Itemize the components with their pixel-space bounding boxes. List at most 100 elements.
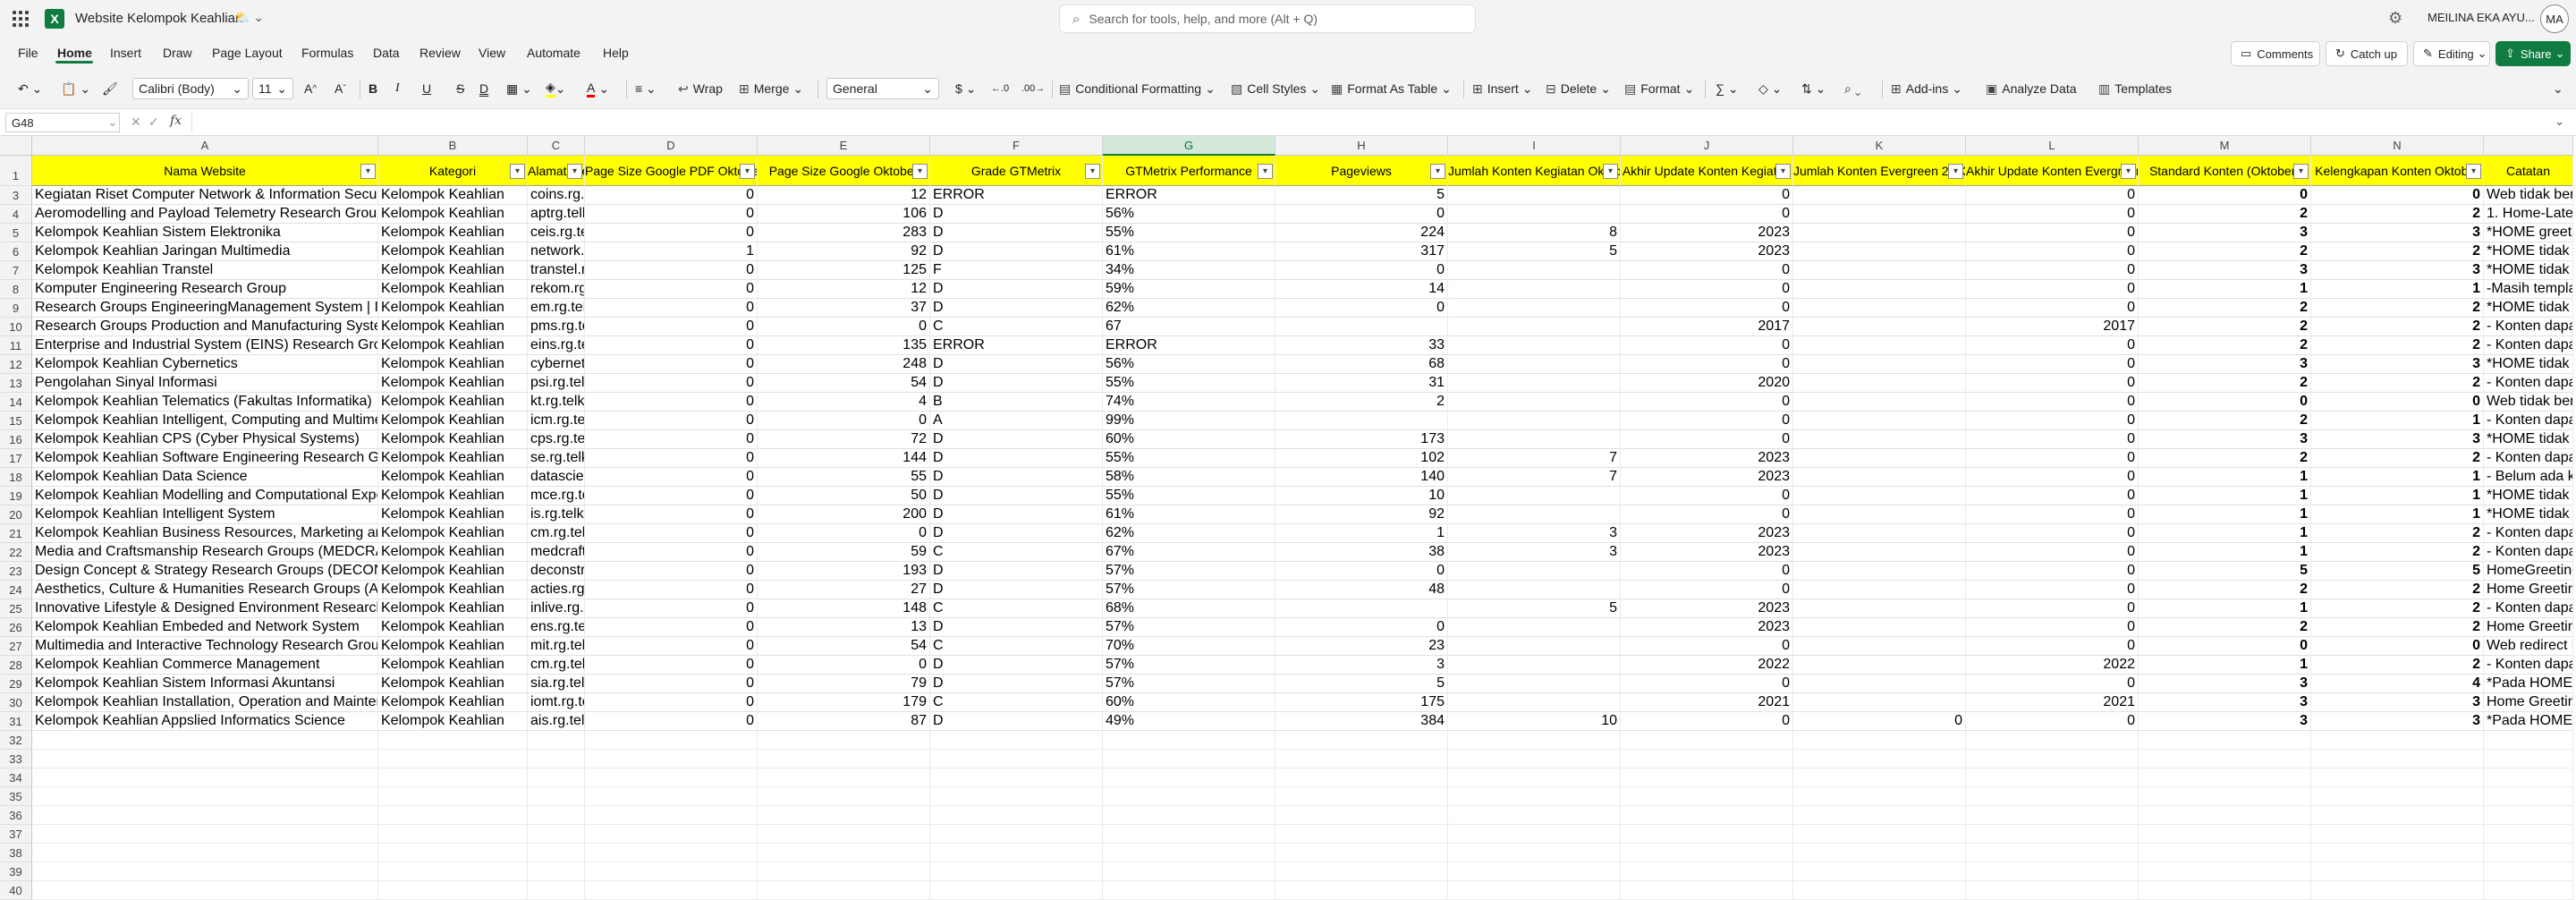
cell[interactable]: mce.rg.telkomuniversity.ac.id — [528, 487, 585, 505]
cell[interactable]: se.rg.telkomuniversity.ac.id — [528, 449, 585, 468]
cell[interactable]: 3 — [2139, 430, 2311, 449]
cell[interactable]: 0 — [1621, 562, 1793, 581]
cell[interactable]: 0 — [1621, 487, 1793, 505]
cell[interactable]: 2023 — [1621, 543, 1793, 562]
cell[interactable]: 49% — [1103, 712, 1275, 731]
cell[interactable]: 102 — [1275, 449, 1448, 468]
row-header[interactable]: 32 — [0, 731, 32, 750]
cell[interactable]: 0 — [1621, 430, 1793, 449]
cell[interactable]: 2 — [2311, 524, 2484, 543]
row-header[interactable]: 35 — [0, 787, 32, 806]
cell[interactable]: D — [930, 299, 1103, 318]
conditional-formatting-button[interactable]: ▤ Conditional Formatting ⌄ — [1059, 78, 1216, 99]
cell[interactable]: 0 — [585, 412, 758, 430]
cell[interactable]: 0 — [1966, 637, 2139, 656]
cell[interactable]: 2023 — [1621, 224, 1793, 242]
row-header[interactable]: 6 — [0, 242, 32, 261]
cell[interactable]: 57% — [1103, 618, 1275, 637]
cell[interactable]: eins.rg.telkomuniversity.ac.id — [528, 336, 585, 355]
cell[interactable] — [1793, 449, 1966, 468]
cell[interactable]: *Pada HOME — [2484, 675, 2573, 693]
row-header[interactable]: 8 — [0, 280, 32, 299]
header-cell[interactable]: Akhir Update Konten Evergreen — [1966, 156, 2139, 186]
column-header[interactable] — [2484, 136, 2573, 156]
cell[interactable]: 0 — [1966, 524, 2139, 543]
cell[interactable]: 0 — [585, 449, 758, 468]
cell[interactable]: 2 — [2139, 374, 2311, 393]
cell[interactable]: 3 — [2311, 712, 2484, 731]
cell[interactable]: Kelompok Keahlian Intelligent, Computing… — [32, 412, 378, 430]
italic-button[interactable]: I — [395, 78, 400, 99]
cell[interactable]: *HOME tidak ada — [2484, 487, 2573, 505]
cell[interactable]: D — [930, 449, 1103, 468]
cell[interactable]: 2 — [2311, 318, 2484, 336]
number-format-select[interactable]: General ⌄ — [826, 78, 939, 99]
cell[interactable]: 0 — [585, 318, 758, 336]
cell[interactable]: C — [930, 693, 1103, 712]
increase-decimal-icon[interactable]: ←.0 — [991, 78, 1009, 99]
cell[interactable]: Design Concept & Strategy Research Group… — [32, 562, 378, 581]
cell[interactable]: 1 — [2139, 599, 2311, 618]
cell[interactable]: iomt.rg.telkomuniversity.ac.id — [528, 693, 585, 712]
cell[interactable]: 62% — [1103, 524, 1275, 543]
cell[interactable] — [1275, 599, 1448, 618]
cell[interactable]: datascience.rg.telkomuniversity.ac.id — [528, 468, 585, 487]
cell[interactable]: sia.rg.telkomuniversity.ac.id — [528, 675, 585, 693]
cell[interactable]: 0 — [1966, 393, 2139, 412]
column-header[interactable]: C — [528, 136, 585, 156]
cell[interactable]: 0 — [1966, 712, 2139, 731]
cell[interactable]: 0 — [758, 524, 930, 543]
cell[interactable]: D — [930, 656, 1103, 675]
fill-color-icon[interactable]: ◈ ⌄ — [546, 78, 566, 99]
cell[interactable]: Kelompok Keahlian — [378, 543, 528, 562]
cell[interactable]: Kelompok Keahlian — [378, 355, 528, 374]
cell[interactable]: 48 — [1275, 581, 1448, 599]
cell[interactable] — [1448, 374, 1621, 393]
double-underline-button[interactable]: D — [479, 78, 488, 99]
font-size-select[interactable]: 11 ⌄ — [252, 78, 293, 99]
cell[interactable]: 1 — [2139, 656, 2311, 675]
cell[interactable]: 0 — [1966, 468, 2139, 487]
cell[interactable]: Web redirect ke — [2484, 637, 2573, 656]
cell[interactable]: 2 — [2139, 618, 2311, 637]
header-cell[interactable]: Page Size Google Oktober — [758, 156, 930, 186]
cell[interactable]: D — [930, 468, 1103, 487]
cell[interactable] — [1793, 318, 1966, 336]
column-header[interactable]: G — [1103, 136, 1275, 156]
cell[interactable]: 57% — [1103, 581, 1275, 599]
cell[interactable]: 2017 — [1621, 318, 1793, 336]
cell[interactable]: 0 — [758, 656, 930, 675]
column-header[interactable]: F — [930, 136, 1103, 156]
cell[interactable]: ERROR — [1103, 336, 1275, 355]
cell[interactable]: 1 — [1275, 524, 1448, 543]
cell[interactable]: 2 — [2139, 318, 2311, 336]
analyze-data-button[interactable]: ▣ Analyze Data — [1986, 78, 2077, 99]
cell[interactable]: Research Groups Production and Manufactu… — [32, 318, 378, 336]
cell[interactable]: cps.rg.telkomuniversity.ac.id — [528, 430, 585, 449]
cell[interactable]: Media and Craftsmanship Research Groups … — [32, 543, 378, 562]
strikethrough-button[interactable]: S — [456, 78, 464, 99]
cell[interactable]: 3 — [2139, 712, 2311, 731]
cell[interactable]: 0 — [1966, 374, 2139, 393]
row-header[interactable]: 37 — [0, 825, 32, 844]
filter-dropdown-icon[interactable]: ▾ — [1603, 164, 1618, 179]
cell[interactable]: mit.rg.telkomuniversity.ac.id — [528, 637, 585, 656]
row-header[interactable]: 17 — [0, 449, 32, 468]
cell[interactable]: Kelompok Keahlian Software Engineering R… — [32, 449, 378, 468]
cell[interactable]: 200 — [758, 505, 930, 524]
name-box[interactable]: G48 — [5, 113, 120, 132]
align-icon[interactable]: ≡ ⌄ — [635, 78, 657, 99]
cell[interactable]: 2 — [2139, 205, 2311, 224]
cell[interactable]: deconstra.rg.telkomuniversity.ac.id — [528, 562, 585, 581]
filter-dropdown-icon[interactable]: ▾ — [1258, 164, 1273, 179]
formula-input[interactable] — [191, 113, 2553, 132]
row-header[interactable]: 9 — [0, 299, 32, 318]
cell[interactable]: 92 — [1275, 505, 1448, 524]
cell[interactable]: D — [930, 487, 1103, 505]
cell[interactable]: 4 — [2311, 675, 2484, 693]
cell[interactable]: 58% — [1103, 468, 1275, 487]
cell[interactable]: *HOME tidak ada — [2484, 355, 2573, 374]
cell[interactable]: D — [930, 562, 1103, 581]
row-header[interactable]: 20 — [0, 505, 32, 524]
row-header[interactable]: 15 — [0, 412, 32, 430]
